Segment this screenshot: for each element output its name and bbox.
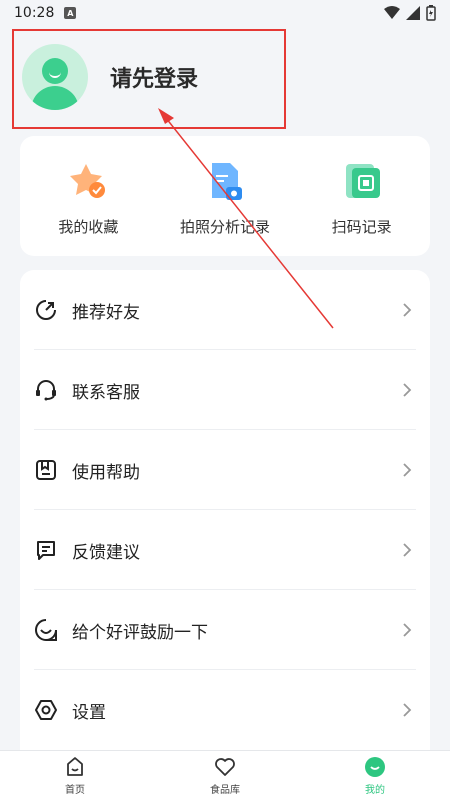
settings-menu: 推荐好友 联系客服 使用帮助 反馈建议 给个好评鼓励一下 设置 [20, 270, 430, 750]
menu-item-feedback[interactable]: 反馈建议 [20, 510, 430, 590]
scan-record-icon [345, 163, 380, 198]
chevron-right-icon [403, 303, 412, 317]
menu-label: 给个好评鼓励一下 [72, 622, 208, 643]
nav-tab-food-library[interactable]: 食品库 [175, 756, 275, 796]
nav-tab-mine[interactable]: 我的 [325, 756, 425, 796]
menu-label: 联系客服 [72, 382, 140, 403]
feedback-message-icon [37, 541, 55, 560]
menu-label: 设置 [72, 702, 106, 723]
nav-tab-home[interactable]: 首页 [25, 756, 125, 796]
menu-item-settings[interactable]: 设置 [20, 670, 430, 750]
headset-icon [36, 380, 56, 401]
chevron-right-icon [403, 623, 412, 637]
menu-item-rate-app[interactable]: 给个好评鼓励一下 [20, 590, 430, 670]
quick-action-label: 拍照分析记录 [179, 217, 270, 236]
heart-icon [215, 757, 235, 776]
battery-icon [426, 5, 436, 21]
quick-action-favorites[interactable]: 我的收藏 [28, 160, 148, 237]
quick-action-label: 扫码记录 [331, 217, 392, 236]
menu-label: 反馈建议 [72, 542, 140, 563]
nav-label: 首页 [65, 784, 85, 796]
menu-item-recommend-friends[interactable]: 推荐好友 [20, 270, 430, 350]
menu-item-usage-help[interactable]: 使用帮助 [20, 430, 430, 510]
chevron-right-icon [403, 463, 412, 477]
annotation-highlight-box [12, 29, 286, 129]
menu-item-contact-support[interactable]: 联系客服 [20, 350, 430, 430]
photo-document-icon [211, 162, 242, 200]
quick-action-scan-records[interactable]: 扫码记录 [302, 160, 422, 237]
chevron-right-icon [403, 543, 412, 557]
profile-smile-icon [365, 756, 385, 777]
home-icon [67, 756, 83, 776]
settings-hexagon-icon [35, 700, 57, 720]
wifi-icon [384, 6, 400, 19]
bottom-navigation: 首页 食品库 我的 [0, 750, 450, 800]
notification-badge-text: A [67, 8, 74, 18]
signal-icon [406, 6, 420, 20]
smile-icon [35, 619, 57, 641]
status-bar: 10:28 A [0, 0, 450, 26]
status-time: 10:28 [14, 5, 55, 21]
chevron-right-icon [403, 703, 412, 717]
share-refresh-icon [36, 300, 56, 320]
notification-icon: A [64, 7, 77, 19]
quick-actions-card: 我的收藏 拍照分析记录 扫码记录 [20, 136, 430, 256]
star-favorite-icon [70, 163, 106, 198]
menu-label: 使用帮助 [72, 462, 140, 483]
quick-action-photo-records[interactable]: 拍照分析记录 [165, 160, 285, 237]
nav-label: 我的 [365, 784, 385, 796]
chevron-right-icon [403, 383, 412, 397]
quick-action-label: 我的收藏 [58, 217, 119, 236]
nav-label: 食品库 [210, 784, 240, 796]
menu-label: 推荐好友 [72, 302, 140, 323]
help-book-icon [36, 460, 56, 480]
